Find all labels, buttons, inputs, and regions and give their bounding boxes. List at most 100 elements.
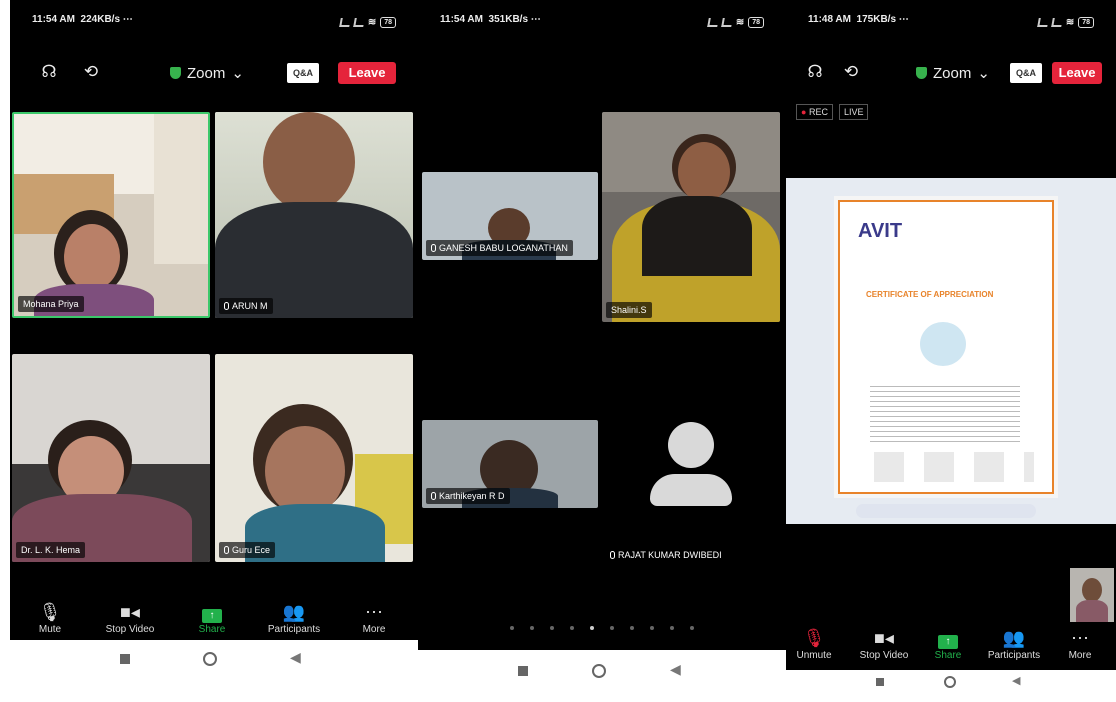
status-speed: 175KB/s	[856, 14, 897, 25]
video-tile[interactable]: Mohana Priya	[12, 112, 210, 318]
page-dot[interactable]	[670, 626, 674, 630]
status-speed: 224KB/s	[80, 14, 121, 25]
wifi-icon: ≋	[1065, 16, 1075, 28]
more-label: More	[362, 624, 386, 635]
share-button[interactable]: ↑ Share	[172, 600, 252, 635]
participant-name-text: Karthikeyan R D	[439, 491, 505, 501]
qa-button[interactable]: Q&A	[1010, 63, 1042, 83]
recents-icon[interactable]	[120, 654, 130, 664]
video-tile[interactable]: ARUN M	[215, 112, 413, 318]
participant-name: GANESH BABU LOGANATHAN	[426, 240, 573, 256]
self-view-thumbnail[interactable]	[1070, 568, 1114, 622]
participant-name: ARUN M	[219, 298, 273, 314]
leave-button[interactable]: Leave	[338, 62, 396, 84]
participants-icon: 👥	[282, 602, 306, 622]
status-bar: 11:48 AM 175KB/s ⋯ ≋ 78	[786, 14, 1116, 30]
more-icon: ⋯	[365, 602, 383, 622]
android-nav-bar: ◀	[418, 650, 786, 702]
participant-name: Dr. L. K. Hema	[16, 542, 86, 558]
status-time: 11:48 AM	[808, 14, 851, 25]
participants-button[interactable]: 👥 Participants	[254, 600, 334, 635]
page-dot[interactable]	[630, 626, 634, 630]
stop-video-button[interactable]: ■◂ Stop Video	[90, 600, 170, 635]
page-dot[interactable]	[530, 626, 534, 630]
microphone-icon	[431, 492, 436, 500]
avatar-placeholder[interactable]: RAJAT KUMAR DWIBEDI	[602, 420, 780, 570]
headphones-icon[interactable]: ☊	[38, 62, 60, 82]
record-dot-icon: ●	[801, 107, 807, 117]
shared-screen[interactable]: AVIT CERTIFICATE OF APPRECIATION	[786, 178, 1116, 524]
share-label: Share	[934, 650, 962, 661]
page-dot[interactable]	[610, 626, 614, 630]
page-dot[interactable]	[550, 626, 554, 630]
qa-button[interactable]: Q&A	[287, 63, 319, 83]
phone-screen-3: 11:48 AM 175KB/s ⋯ ≋ 78 ☊ ⟲ Zoom ⌄ Q&A Lea…	[786, 0, 1116, 670]
switch-camera-icon[interactable]: ⟲	[80, 62, 102, 82]
back-icon[interactable]: ◀	[1012, 674, 1020, 687]
more-button[interactable]: ⋯ More	[334, 600, 414, 635]
page-dot[interactable]	[690, 626, 694, 630]
participant-name-text: GANESH BABU LOGANATHAN	[439, 243, 568, 253]
home-icon[interactable]	[203, 652, 217, 666]
unmute-button[interactable]: 🎙 Unmute	[786, 626, 852, 661]
certificate-signatures	[854, 452, 1034, 482]
microphone-icon	[610, 551, 615, 559]
status-bar: 11:54 AM 224KB/s ⋯ ≋ 78	[10, 14, 418, 30]
share-icon: ↑	[202, 609, 222, 623]
more-label: More	[1068, 650, 1092, 661]
recents-icon[interactable]	[876, 678, 884, 686]
more-icon: ⋯	[1071, 628, 1089, 648]
video-tile[interactable]: GANESH BABU LOGANATHAN	[422, 172, 598, 260]
headphones-icon[interactable]: ☊	[804, 62, 826, 82]
participant-name-text: RAJAT KUMAR DWIBEDI	[618, 550, 722, 560]
status-time: 11:54 AM	[32, 14, 75, 25]
microphone-muted-icon: 🎙	[802, 628, 826, 648]
chevron-down-icon: ⌄	[977, 65, 990, 82]
page-indicator	[418, 626, 786, 630]
share-button[interactable]: ↑ Share	[910, 626, 986, 661]
page-dot[interactable]	[570, 626, 574, 630]
participant-name-text: Guru Ece	[232, 545, 271, 555]
switch-camera-icon[interactable]: ⟲	[840, 62, 862, 82]
signal-icon	[1037, 17, 1049, 27]
status-extra: ⋯	[530, 14, 541, 25]
live-badge: LIVE	[838, 104, 869, 120]
page-dot-active[interactable]	[590, 626, 594, 630]
certificate: AVIT CERTIFICATE OF APPRECIATION	[838, 200, 1054, 494]
back-icon[interactable]: ◀	[290, 649, 301, 666]
participant-name: Shalini.S	[606, 302, 652, 318]
android-nav-bar: ◀	[786, 670, 1116, 692]
zoom-label: Zoom	[933, 64, 972, 82]
video-tile[interactable]: Dr. L. K. Hema	[12, 354, 210, 562]
microphone-icon	[431, 244, 436, 252]
leave-button[interactable]: Leave	[1052, 62, 1102, 84]
video-tile[interactable]: Shalini.S	[602, 112, 780, 322]
video-tile[interactable]: Guru Ece	[215, 354, 413, 562]
video-camera-icon: ■◂	[120, 602, 140, 622]
mute-label: Mute	[38, 624, 62, 635]
certificate-photo	[920, 322, 966, 366]
wifi-icon: ≋	[367, 16, 377, 28]
zoom-menu[interactable]: Zoom ⌄	[170, 64, 244, 82]
back-icon[interactable]: ◀	[670, 661, 681, 678]
video-tile[interactable]: Karthikeyan R D	[422, 420, 598, 508]
zoom-menu[interactable]: Zoom ⌄	[916, 64, 990, 82]
status-bar: 11:54 AM 351KB/s ⋯ ≋ 78	[418, 14, 786, 30]
wifi-icon: ≋	[735, 16, 745, 28]
home-icon[interactable]	[944, 676, 956, 688]
participants-button[interactable]: 👥 Participants	[976, 626, 1052, 661]
recording-indicator[interactable]: ● REC LIVE	[796, 104, 869, 120]
participants-icon: 👥	[1002, 628, 1026, 648]
page-dot[interactable]	[650, 626, 654, 630]
participants-label: Participants	[267, 624, 321, 635]
more-button[interactable]: ⋯ More	[1042, 626, 1116, 661]
chevron-down-icon: ⌄	[231, 65, 244, 82]
avatar-icon	[602, 420, 780, 520]
page-dot[interactable]	[510, 626, 514, 630]
pdf-toolbar[interactable]	[856, 504, 1036, 518]
participant-name: Mohana Priya	[18, 296, 84, 312]
home-icon[interactable]	[592, 664, 606, 678]
battery-icon: 78	[380, 16, 396, 28]
recents-icon[interactable]	[518, 666, 528, 676]
mute-button[interactable]: 🎙 Mute	[10, 600, 90, 635]
